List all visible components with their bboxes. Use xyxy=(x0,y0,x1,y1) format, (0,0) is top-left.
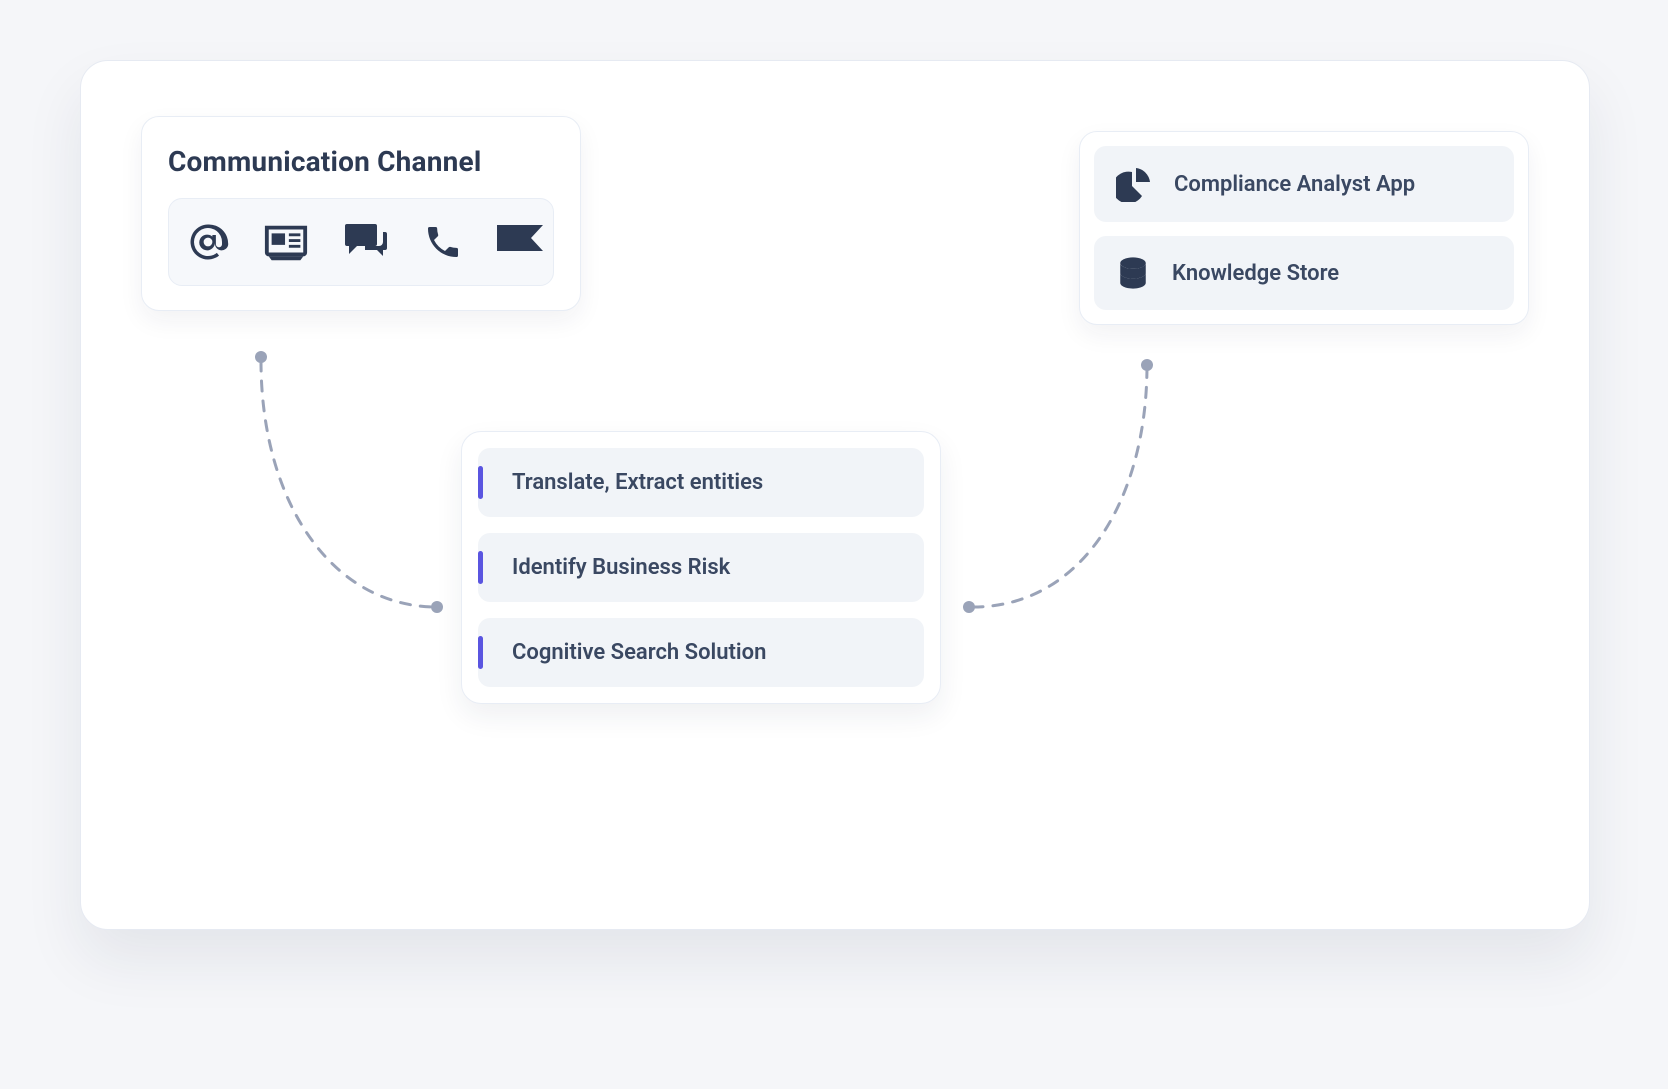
step-translate-extract: Translate, Extract entities xyxy=(478,448,924,517)
step-identify-risk: Identify Business Risk xyxy=(478,533,924,602)
step-label: Cognitive Search Solution xyxy=(512,640,766,665)
connector-dot xyxy=(1141,359,1153,371)
output-knowledge-store: Knowledge Store xyxy=(1094,236,1514,310)
flag-icon xyxy=(497,225,543,259)
step-label: Identify Business Risk xyxy=(512,555,730,580)
step-label: Translate, Extract entities xyxy=(512,470,763,495)
newspaper-icon xyxy=(263,223,309,261)
connector-dot xyxy=(963,601,975,613)
output-cards: Compliance Analyst App Knowledge Store xyxy=(1079,131,1529,325)
output-compliance-analyst: Compliance Analyst App xyxy=(1094,146,1514,222)
phone-icon xyxy=(423,222,463,262)
at-icon xyxy=(187,221,229,263)
communication-channel-title: Communication Channel xyxy=(168,145,554,178)
step-cognitive-search: Cognitive Search Solution xyxy=(478,618,924,687)
communication-icon-row xyxy=(168,198,554,286)
communication-channel-card: Communication Channel xyxy=(141,116,581,311)
diagram-canvas: Communication Channel Complianc xyxy=(80,60,1590,930)
output-label: Compliance Analyst App xyxy=(1174,172,1415,197)
output-label: Knowledge Store xyxy=(1172,261,1339,286)
processing-steps: Translate, Extract entities Identify Bus… xyxy=(461,431,941,704)
chat-icon xyxy=(343,222,389,262)
connector-dot xyxy=(255,351,267,363)
pie-chart-icon xyxy=(1116,166,1152,202)
connector-dot xyxy=(431,601,443,613)
database-icon xyxy=(1116,256,1150,290)
